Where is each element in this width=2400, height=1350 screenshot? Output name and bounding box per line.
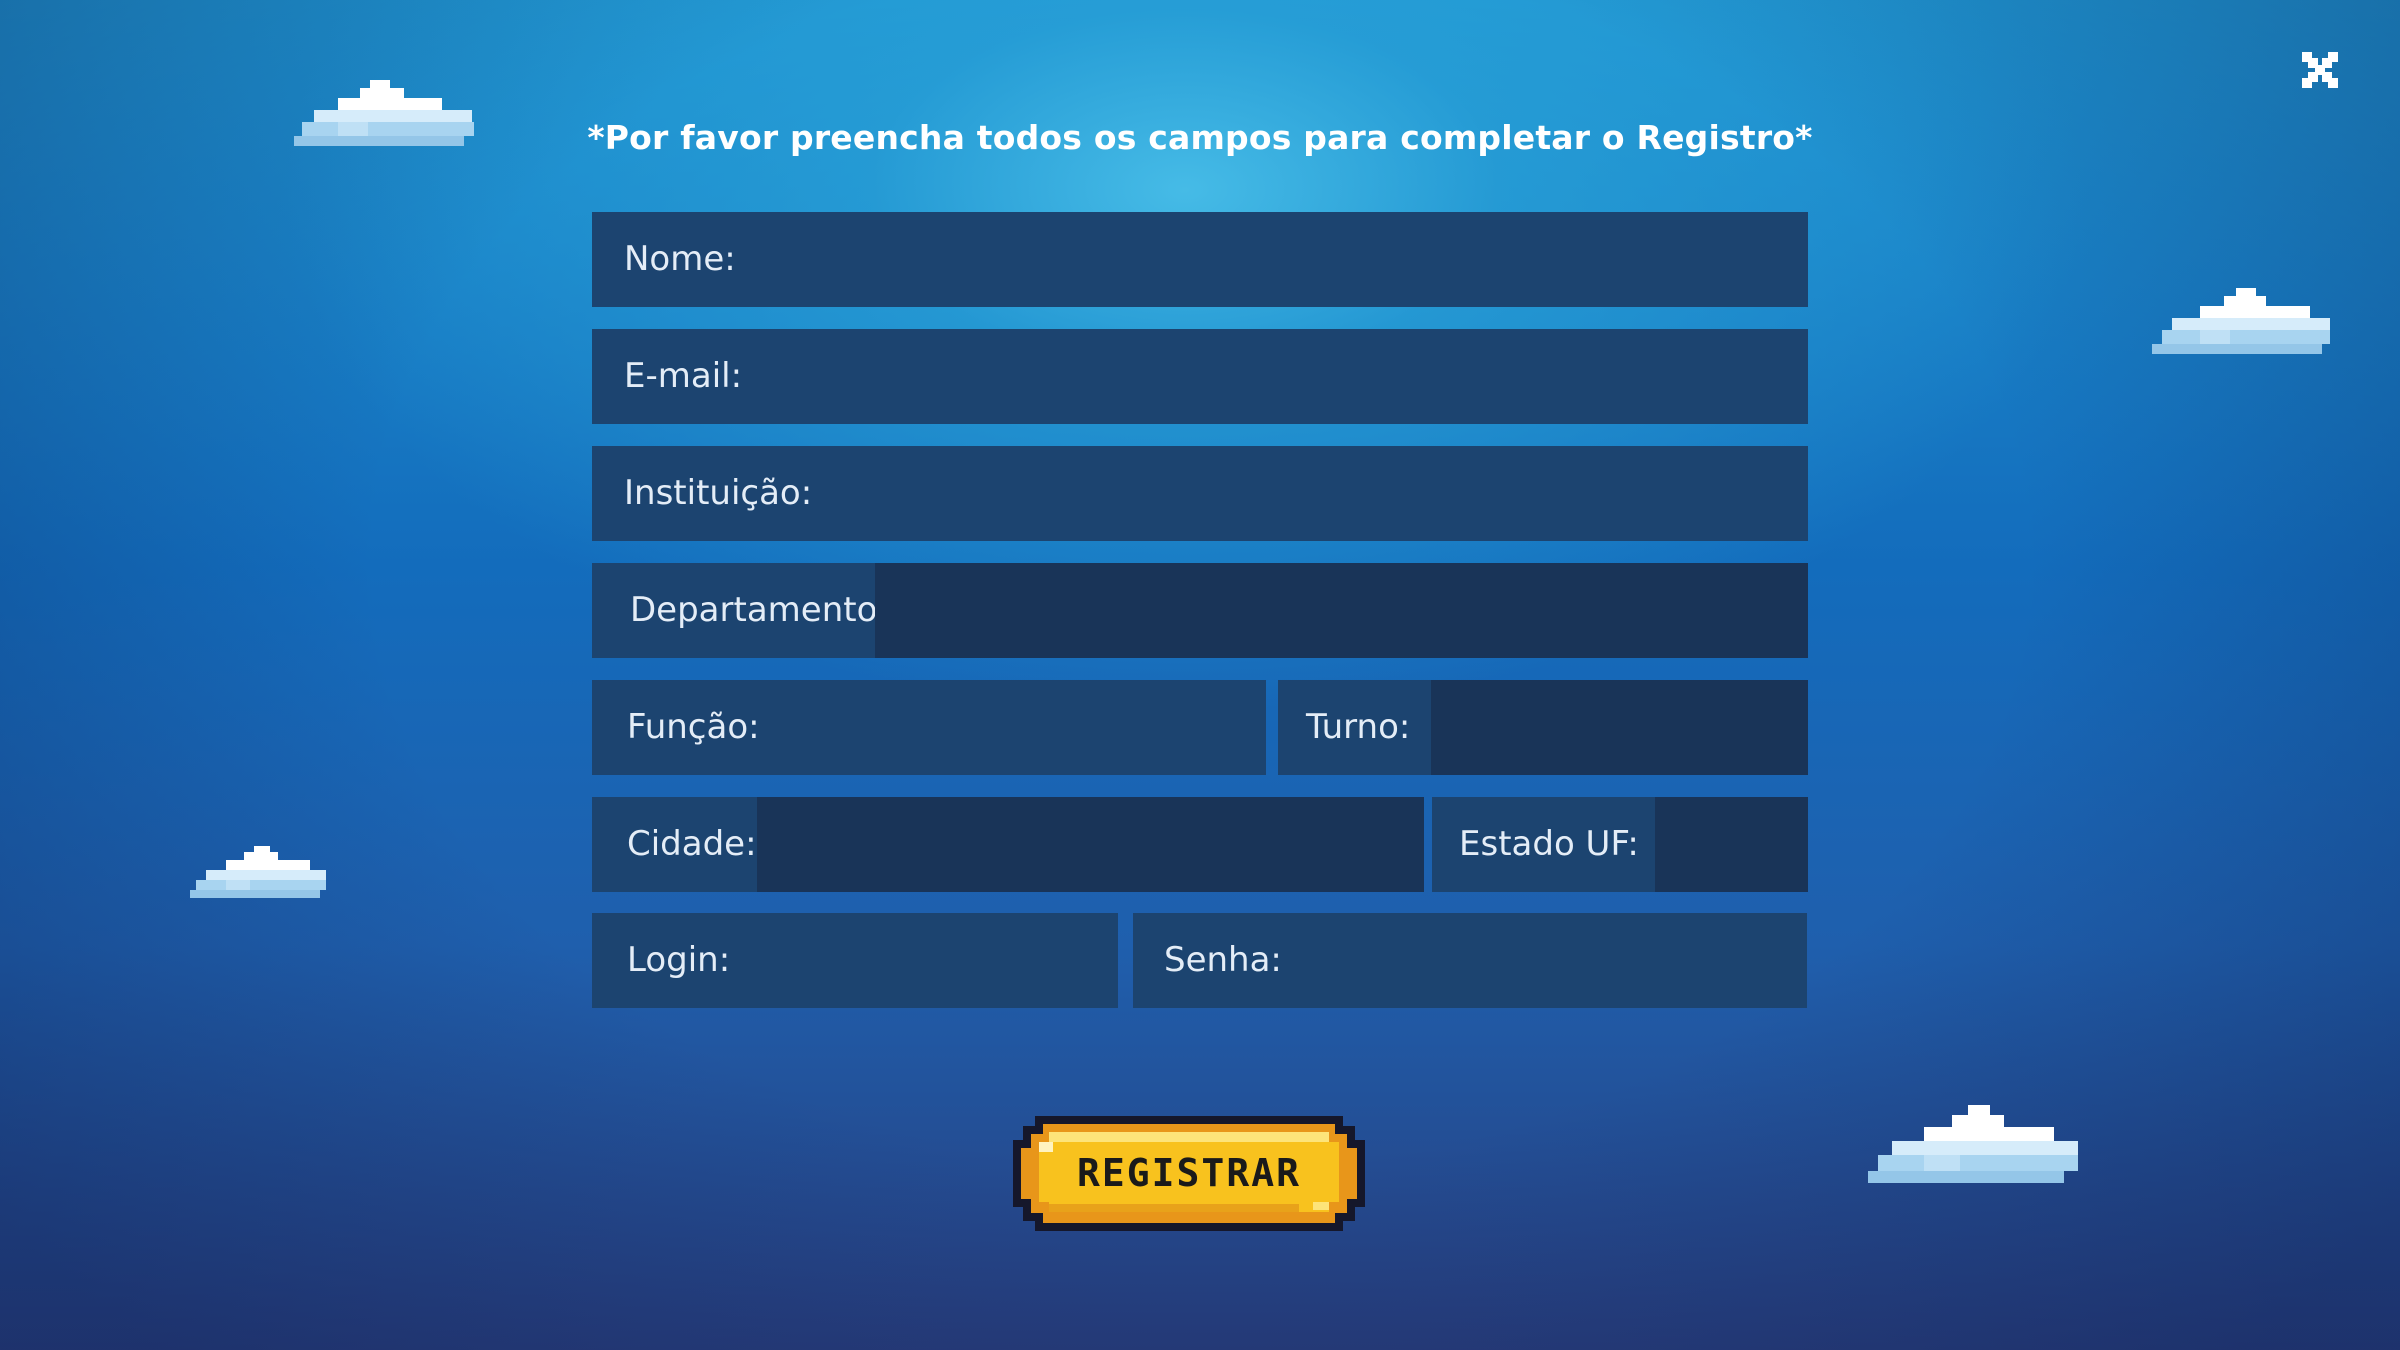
cidade-field[interactable]: Cidade: [592, 797, 1424, 892]
cloud-icon [190, 846, 326, 898]
senha-label: Senha: [1164, 940, 1282, 980]
email-label: E-mail: [624, 356, 743, 396]
register-button-label: REGISTRAR [1077, 1151, 1301, 1195]
login-input[interactable] [732, 913, 1118, 1008]
page-title: *Por favor preencha todos os campos para… [587, 118, 1813, 157]
cidade-input[interactable] [757, 797, 1424, 892]
close-icon [2302, 52, 2338, 88]
email-input[interactable] [752, 329, 1808, 424]
departamento-label: Departamento: [630, 590, 889, 630]
senha-field[interactable]: Senha: [1133, 913, 1807, 1008]
funcao-field[interactable]: Função: [592, 680, 1266, 775]
departamento-field[interactable]: Departamento: [592, 563, 1808, 658]
departamento-input[interactable] [875, 563, 1808, 658]
nome-field[interactable]: Nome: [592, 212, 1808, 307]
login-label: Login: [627, 940, 731, 980]
estado-label: Estado UF: [1459, 824, 1639, 864]
nome-label: Nome: [624, 239, 736, 279]
cloud-icon [2152, 288, 2330, 354]
turno-label: Turno: [1306, 707, 1411, 747]
instituicao-label: Instituição: [624, 473, 813, 513]
estado-field[interactable]: Estado UF: [1432, 797, 1808, 892]
funcao-input[interactable] [752, 680, 1266, 775]
funcao-label: Função: [627, 707, 760, 747]
login-field[interactable]: Login: [592, 913, 1118, 1008]
cidade-label: Cidade: [627, 824, 757, 864]
turno-field[interactable]: Turno: [1278, 680, 1808, 775]
instituicao-input[interactable] [812, 446, 1808, 541]
turno-input[interactable] [1431, 680, 1808, 775]
instituicao-field[interactable]: Instituição: [592, 446, 1808, 541]
estado-input[interactable] [1655, 797, 1808, 892]
email-field[interactable]: E-mail: [592, 329, 1808, 424]
close-button[interactable] [2300, 50, 2340, 90]
senha-input[interactable] [1283, 913, 1807, 1008]
cloud-icon [1868, 1105, 2078, 1183]
register-button[interactable]: REGISTRAR [1013, 1116, 1365, 1231]
nome-input[interactable] [752, 212, 1808, 307]
